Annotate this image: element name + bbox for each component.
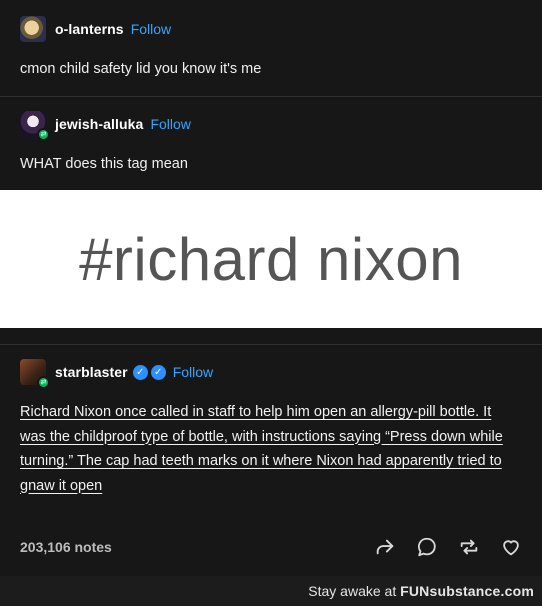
username[interactable]: jewish-alluka [55,116,143,132]
post-text: cmon child safety lid you know it's me [20,61,262,77]
divider [0,344,542,345]
watermark: Stay awake at FUNsubstance.com [308,583,534,599]
avatar[interactable]: ⇄ [20,111,50,141]
share-icon[interactable] [374,536,396,558]
avatar[interactable]: ⇄ [20,359,50,389]
reblog-icon[interactable] [458,536,480,558]
post-header-3: ⇄ starblaster ✓ ✓ Follow [20,359,213,389]
reblog-badge-icon: ⇄ [37,376,50,389]
reply-icon[interactable] [416,536,438,558]
post-text[interactable]: Richard Nixon once called in staff to he… [20,400,510,498]
post-header-1: o-lanterns Follow [20,16,171,42]
action-bar [354,536,522,558]
follow-button[interactable]: Follow [150,116,190,132]
follow-button[interactable]: Follow [131,21,171,37]
reblog-badge-icon: ⇄ [37,128,50,141]
follow-button[interactable]: Follow [173,364,213,380]
heart-icon[interactable] [500,536,522,558]
post-footer: 203,106 notes [20,532,522,562]
watermark-brand: FUNsubstance.com [400,583,534,599]
verified-icon: ✓ [150,364,166,380]
divider [0,96,542,97]
watermark-prefix: Stay awake at [308,583,401,599]
tag-image[interactable]: #richard nixon [0,190,542,328]
verified-icon: ✓ [132,364,148,380]
username[interactable]: o-lanterns [55,21,124,37]
watermark-bar: Stay awake at FUNsubstance.com [0,576,542,606]
tag-image-text: #richard nixon [79,225,463,293]
post-header-2: ⇄ jewish-alluka Follow [20,111,191,141]
post-card: o-lanterns Follow cmon child safety lid … [0,0,542,576]
avatar[interactable] [20,16,46,42]
notes-count[interactable]: 203,106 notes [20,539,112,555]
post-text: WHAT does this tag mean [20,156,188,172]
username[interactable]: starblaster [55,364,128,380]
